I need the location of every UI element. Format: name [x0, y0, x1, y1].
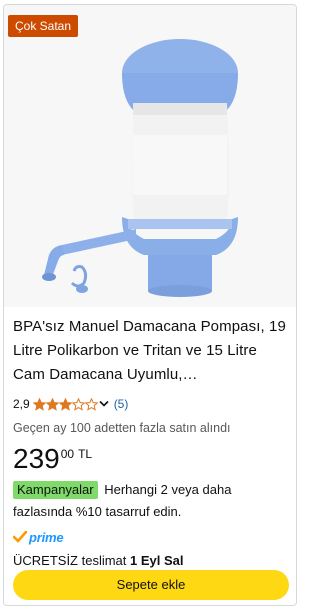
prime-check-icon	[13, 531, 27, 543]
price-fraction: 00	[60, 447, 75, 461]
product-image-area[interactable]: Çok Satan	[4, 5, 296, 307]
star-filled-icon	[45, 397, 59, 411]
delivery-date: 1 Eyl Sal	[130, 553, 184, 568]
star-filled-icon	[32, 397, 46, 411]
star-filled-icon	[58, 397, 72, 411]
rating-row: 2,9 (5)	[13, 396, 293, 412]
add-to-cart-button[interactable]: Sepete ekle	[13, 570, 289, 600]
price-whole: 239	[13, 443, 60, 474]
star-rating[interactable]	[32, 397, 98, 411]
product-info: BPA'sız Manuel Damacana Pompası, 19 Litr…	[13, 315, 293, 570]
prime-badge: prime	[13, 528, 293, 546]
delivery-prefix: ÜCRETSİZ teslimat	[13, 553, 127, 568]
star-empty-icon	[71, 397, 85, 411]
rating-count-link[interactable]: (5)	[114, 397, 129, 411]
delivery-info: ÜCRETSİZ teslimat 1 Eyl Sal	[13, 552, 293, 570]
chevron-down-icon[interactable]	[99, 400, 109, 408]
prime-label: prime	[29, 529, 64, 545]
price-currency: TL	[78, 447, 93, 461]
star-empty-icon	[84, 397, 98, 411]
product-card[interactable]: Çok Satan BPA'sız Manuel Damacana Pompas…	[3, 4, 297, 606]
bought-last-month-text: Geçen ay 100 adetten fazla satın alındı	[13, 421, 231, 435]
water-dispenser-pump-image[interactable]	[32, 33, 268, 305]
rating-value: 2,9	[13, 397, 30, 411]
promotion: Kampanyalar Herhangi 2 veya daha fazlası…	[13, 479, 293, 523]
product-title[interactable]: BPA'sız Manuel Damacana Pompası, 19 Litr…	[13, 315, 293, 387]
price[interactable]: 239 00 TL	[13, 442, 293, 478]
promotion-tag: Kampanyalar	[13, 481, 98, 499]
